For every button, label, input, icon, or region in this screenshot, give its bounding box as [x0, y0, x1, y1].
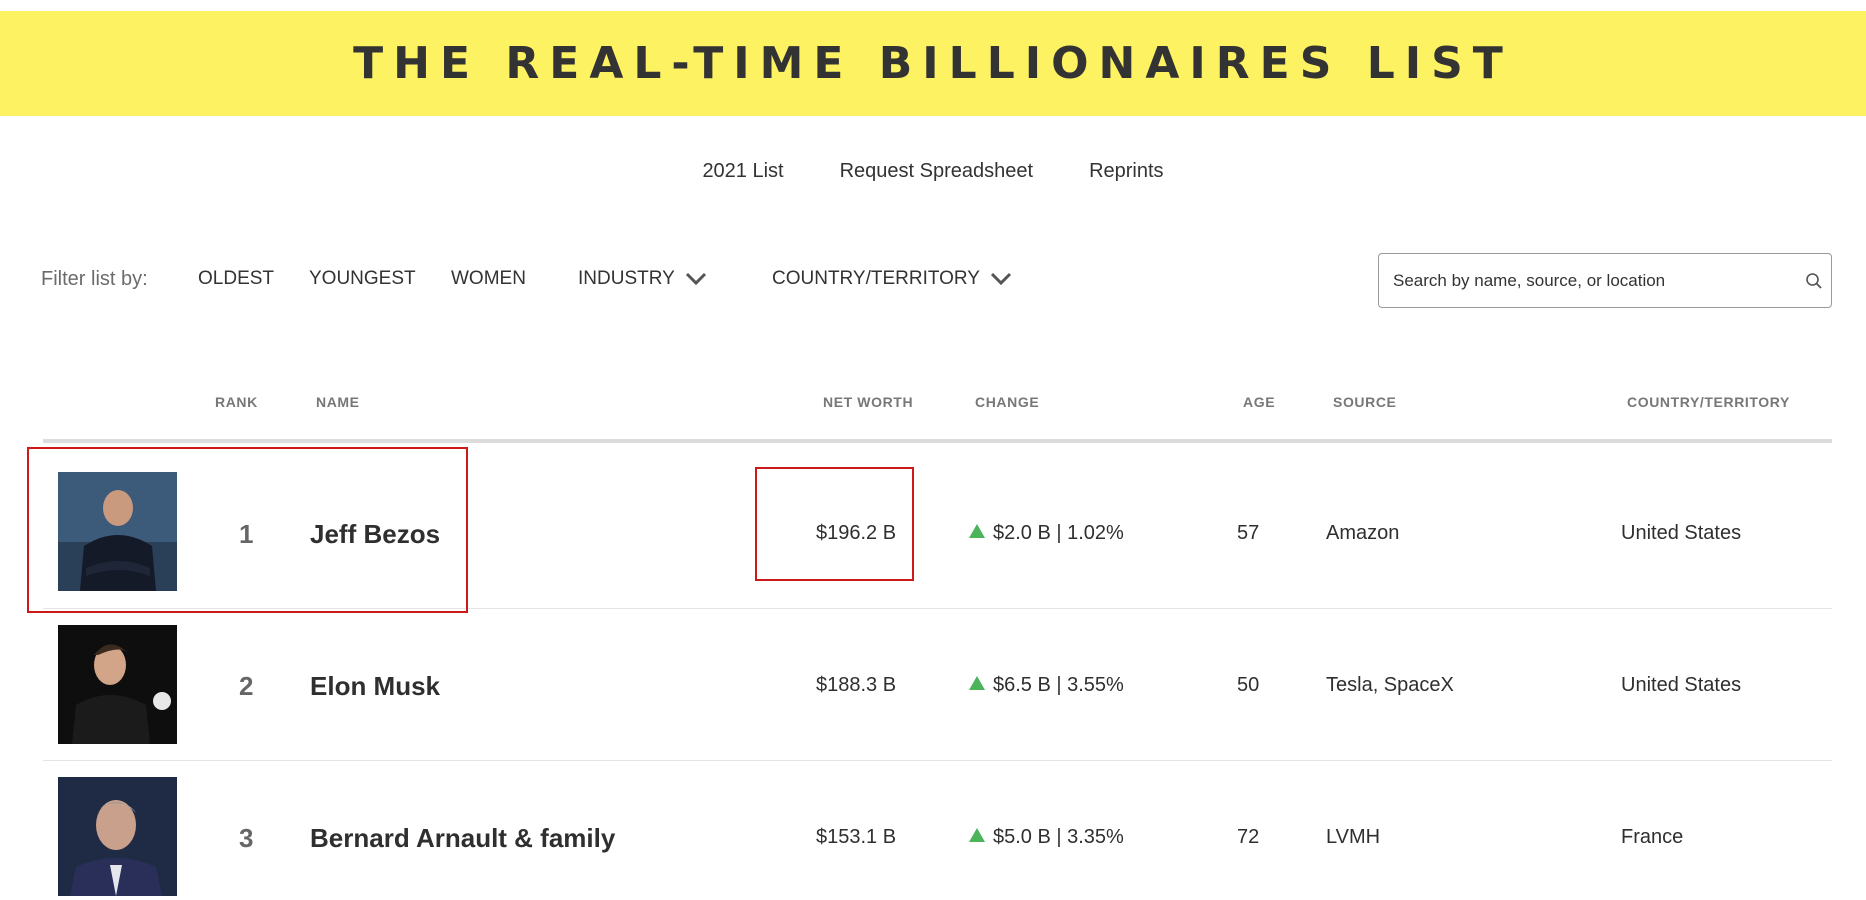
chevron-down-icon	[685, 272, 706, 286]
column-header-name[interactable]: NAME	[316, 394, 360, 410]
column-header-country[interactable]: COUNTRY/TERRITORY	[1627, 394, 1790, 410]
billionaire-name[interactable]: Bernard Arnault & family	[310, 823, 615, 854]
filter-oldest-label: OLDEST	[198, 268, 275, 289]
change-value: $5.0 B | 3.35%	[969, 826, 1124, 849]
billionaire-name[interactable]: Elon Musk	[310, 671, 440, 702]
filter-bar: Filter list by: OLDEST YOUNGEST WOMEN IN…	[41, 266, 1041, 294]
nav-reprints-link[interactable]: Reprints	[1089, 158, 1163, 188]
avatar	[58, 472, 177, 591]
table-row[interactable]: 1 Jeff Bezos $196.2 B $2.0 B | 1.02% 57 …	[43, 457, 1832, 609]
avatar	[58, 625, 177, 744]
table-row[interactable]: 2 Elon Musk $188.3 B $6.5 B | 3.55% 50 T…	[43, 609, 1832, 761]
change-value: $2.0 B | 1.02%	[969, 522, 1124, 545]
change-value: $6.5 B | 3.55%	[969, 674, 1124, 697]
country-value: United States	[1621, 674, 1742, 696]
avatar	[58, 777, 177, 896]
filter-label: Filter list by:	[41, 268, 148, 290]
table-row[interactable]: 3 Bernard Arnault & family $153.1 B $5.0…	[43, 761, 1832, 900]
filter-women[interactable]: WOMEN	[451, 268, 526, 290]
header-divider	[43, 439, 1832, 443]
column-header-age[interactable]: AGE	[1243, 394, 1275, 410]
page-title: THE REAL-TIME BILLIONAIRES LIST	[353, 38, 1513, 89]
age-value: 50	[1237, 674, 1260, 696]
net-worth-value: $188.3 B	[816, 674, 897, 696]
search-box	[1378, 253, 1832, 308]
up-arrow-icon	[969, 524, 985, 538]
net-worth-value: $196.2 B	[816, 522, 897, 544]
column-header-rank[interactable]: RANK	[215, 394, 258, 410]
filter-youngest[interactable]: YOUNGEST	[309, 268, 416, 290]
country-value: United States	[1621, 522, 1742, 544]
filter-oldest[interactable]: OLDEST	[198, 268, 274, 290]
up-arrow-icon	[969, 676, 985, 690]
header-banner: THE REAL-TIME BILLIONAIRES LIST	[0, 11, 1866, 116]
age-value: 72	[1237, 826, 1260, 848]
source-value: Tesla, SpaceX	[1326, 674, 1454, 696]
nav-2021-list-link[interactable]: 2021 List	[702, 158, 783, 188]
up-arrow-icon	[969, 828, 985, 842]
column-header-source[interactable]: SOURCE	[1333, 394, 1397, 410]
search-icon[interactable]	[1805, 272, 1823, 290]
filter-industry-dropdown[interactable]: INDUSTRY	[578, 268, 707, 290]
source-value: Amazon	[1326, 522, 1400, 544]
filter-country-dropdown[interactable]: COUNTRY/TERRITORY	[772, 268, 1012, 290]
net-worth-value: $153.1 B	[816, 826, 897, 848]
rank-value: 3	[239, 823, 254, 853]
billionaire-name[interactable]: Jeff Bezos	[310, 519, 440, 550]
nav-request-spreadsheet-link[interactable]: Request Spreadsheet	[840, 158, 1033, 188]
source-value: LVMH	[1326, 826, 1381, 848]
column-header-net-worth[interactable]: NET WORTH	[823, 394, 913, 410]
change-text: $2.0 B | 1.02%	[993, 522, 1124, 544]
age-value: 57	[1237, 522, 1260, 544]
filter-youngest-label: YOUNGEST	[309, 268, 416, 289]
country-value: France	[1621, 826, 1684, 848]
chevron-down-icon	[990, 272, 1012, 286]
filter-women-label: WOMEN	[451, 268, 526, 289]
rank-value: 2	[239, 671, 254, 701]
filter-industry-label: INDUSTRY	[578, 268, 675, 289]
filter-country-label: COUNTRY/TERRITORY	[772, 268, 980, 289]
sub-nav: 2021 List Request Spreadsheet Reprints	[0, 158, 1866, 188]
search-input[interactable]	[1393, 254, 1783, 307]
change-text: $6.5 B | 3.55%	[993, 674, 1124, 696]
rank-value: 1	[239, 519, 254, 549]
change-text: $5.0 B | 3.35%	[993, 826, 1124, 848]
column-header-change[interactable]: CHANGE	[975, 394, 1039, 410]
